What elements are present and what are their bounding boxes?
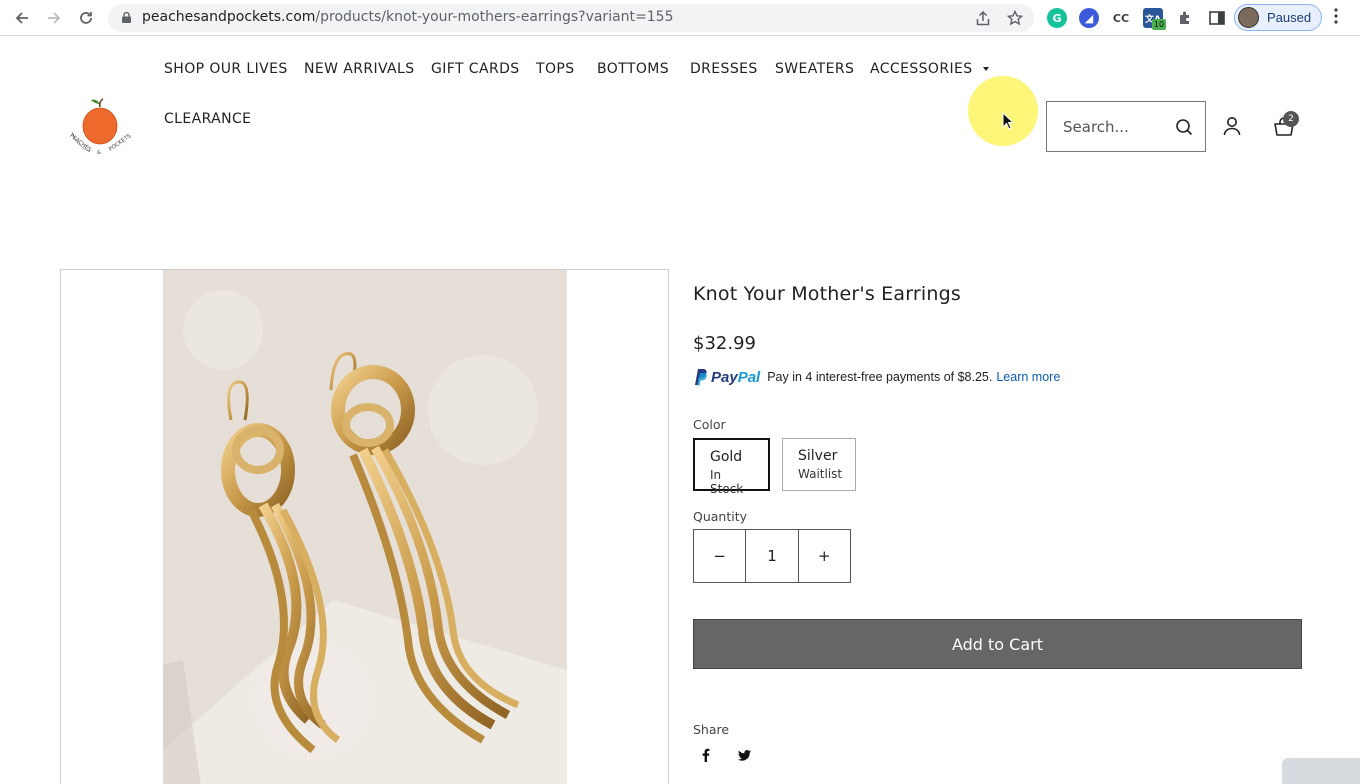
search-icon[interactable] bbox=[1175, 118, 1193, 136]
nav-accessories[interactable]: ACCESSORIES bbox=[870, 61, 989, 77]
quantity-increase-button[interactable]: + bbox=[799, 530, 850, 582]
nav-tops[interactable]: TOPS bbox=[536, 61, 575, 77]
store-logo[interactable]: PEACHES POCKETS & bbox=[66, 98, 136, 156]
nav-gift-cards[interactable]: GIFT CARDS bbox=[431, 61, 520, 77]
color-option-status: Waitlist bbox=[798, 467, 843, 481]
search-input[interactable] bbox=[1047, 102, 1172, 151]
nav-shop-our-lives[interactable]: SHOP OUR LIVES bbox=[164, 61, 288, 77]
cc-icon[interactable]: CC bbox=[1111, 8, 1131, 28]
bookmark-star-icon[interactable] bbox=[1006, 9, 1024, 27]
arc-icon[interactable]: ◢ bbox=[1079, 8, 1099, 28]
quantity-label: Quantity bbox=[693, 509, 748, 524]
product-title: Knot Your Mother's Earrings bbox=[693, 283, 962, 305]
extension-badge: 10 bbox=[1152, 19, 1166, 30]
twitter-icon[interactable] bbox=[738, 748, 752, 762]
color-option-gold[interactable]: Gold In Stock bbox=[693, 438, 770, 496]
color-option-silver[interactable]: Silver Waitlist bbox=[782, 438, 856, 491]
puzzle-icon[interactable] bbox=[1175, 8, 1195, 28]
profile-button[interactable]: Paused bbox=[1234, 4, 1322, 31]
quantity-stepper: − 1 + bbox=[693, 529, 851, 583]
address-bar[interactable]: peachesandpockets.com/products/knot-your… bbox=[108, 4, 1034, 32]
lock-icon bbox=[122, 12, 131, 23]
profile-status: Paused bbox=[1267, 10, 1312, 25]
quantity-input[interactable]: 1 bbox=[745, 530, 799, 582]
mouse-cursor-icon bbox=[1002, 112, 1014, 130]
forward-icon[interactable] bbox=[42, 6, 66, 30]
paypal-logo-icon bbox=[695, 369, 707, 386]
quantity-decrease-button[interactable]: − bbox=[694, 530, 745, 582]
paypal-message: PayPal Pay in 4 interest-free payments o… bbox=[693, 368, 1060, 386]
cart-count-badge: 2 bbox=[1283, 111, 1299, 127]
side-panel-icon[interactable] bbox=[1207, 8, 1227, 28]
chat-widget-tab[interactable] bbox=[1282, 758, 1360, 784]
paypal-learn-more-link[interactable]: Learn more bbox=[996, 370, 1060, 384]
add-to-cart-button[interactable]: Add to Cart bbox=[693, 619, 1302, 669]
nav-dresses[interactable]: DRESSES bbox=[690, 61, 758, 77]
color-option-status: In Stock bbox=[710, 468, 744, 496]
color-option-name: Silver bbox=[798, 448, 838, 464]
color-label: Color bbox=[693, 417, 726, 432]
product-price: $32.99 bbox=[693, 333, 756, 354]
nav-new-arrivals[interactable]: NEW ARRIVALS bbox=[304, 61, 415, 77]
reload-icon[interactable] bbox=[74, 6, 98, 30]
nav-bottoms[interactable]: BOTTOMS bbox=[597, 61, 669, 77]
nav-accessories-label: ACCESSORIES bbox=[870, 61, 973, 77]
cursor-highlight bbox=[968, 76, 1038, 146]
browser-menu-icon[interactable] bbox=[1334, 8, 1338, 28]
avatar bbox=[1238, 7, 1259, 28]
account-icon[interactable] bbox=[1222, 116, 1242, 136]
product-image[interactable] bbox=[163, 270, 567, 784]
grammarly-icon[interactable]: G bbox=[1047, 8, 1067, 28]
url-text: peachesandpockets.com/products/knot-your… bbox=[142, 9, 674, 25]
facebook-icon[interactable] bbox=[699, 748, 713, 762]
chevron-down-icon bbox=[982, 67, 989, 71]
color-option-name: Gold bbox=[710, 449, 743, 465]
search-field[interactable] bbox=[1046, 101, 1206, 152]
back-icon[interactable] bbox=[10, 6, 34, 30]
nav-sweaters[interactable]: SWEATERS bbox=[775, 61, 854, 77]
browser-toolbar: peachesandpockets.com/products/knot-your… bbox=[0, 0, 1360, 36]
svg-text:&: & bbox=[97, 150, 101, 156]
nav-clearance[interactable]: CLEARANCE bbox=[164, 111, 251, 127]
product-image-gallery[interactable] bbox=[60, 269, 669, 784]
paypal-wordmark: PayPal bbox=[711, 368, 761, 386]
paypal-installments-text: Pay in 4 interest-free payments of $8.25… bbox=[767, 370, 993, 384]
share-page-icon[interactable] bbox=[974, 9, 992, 27]
share-label: Share bbox=[693, 722, 730, 737]
